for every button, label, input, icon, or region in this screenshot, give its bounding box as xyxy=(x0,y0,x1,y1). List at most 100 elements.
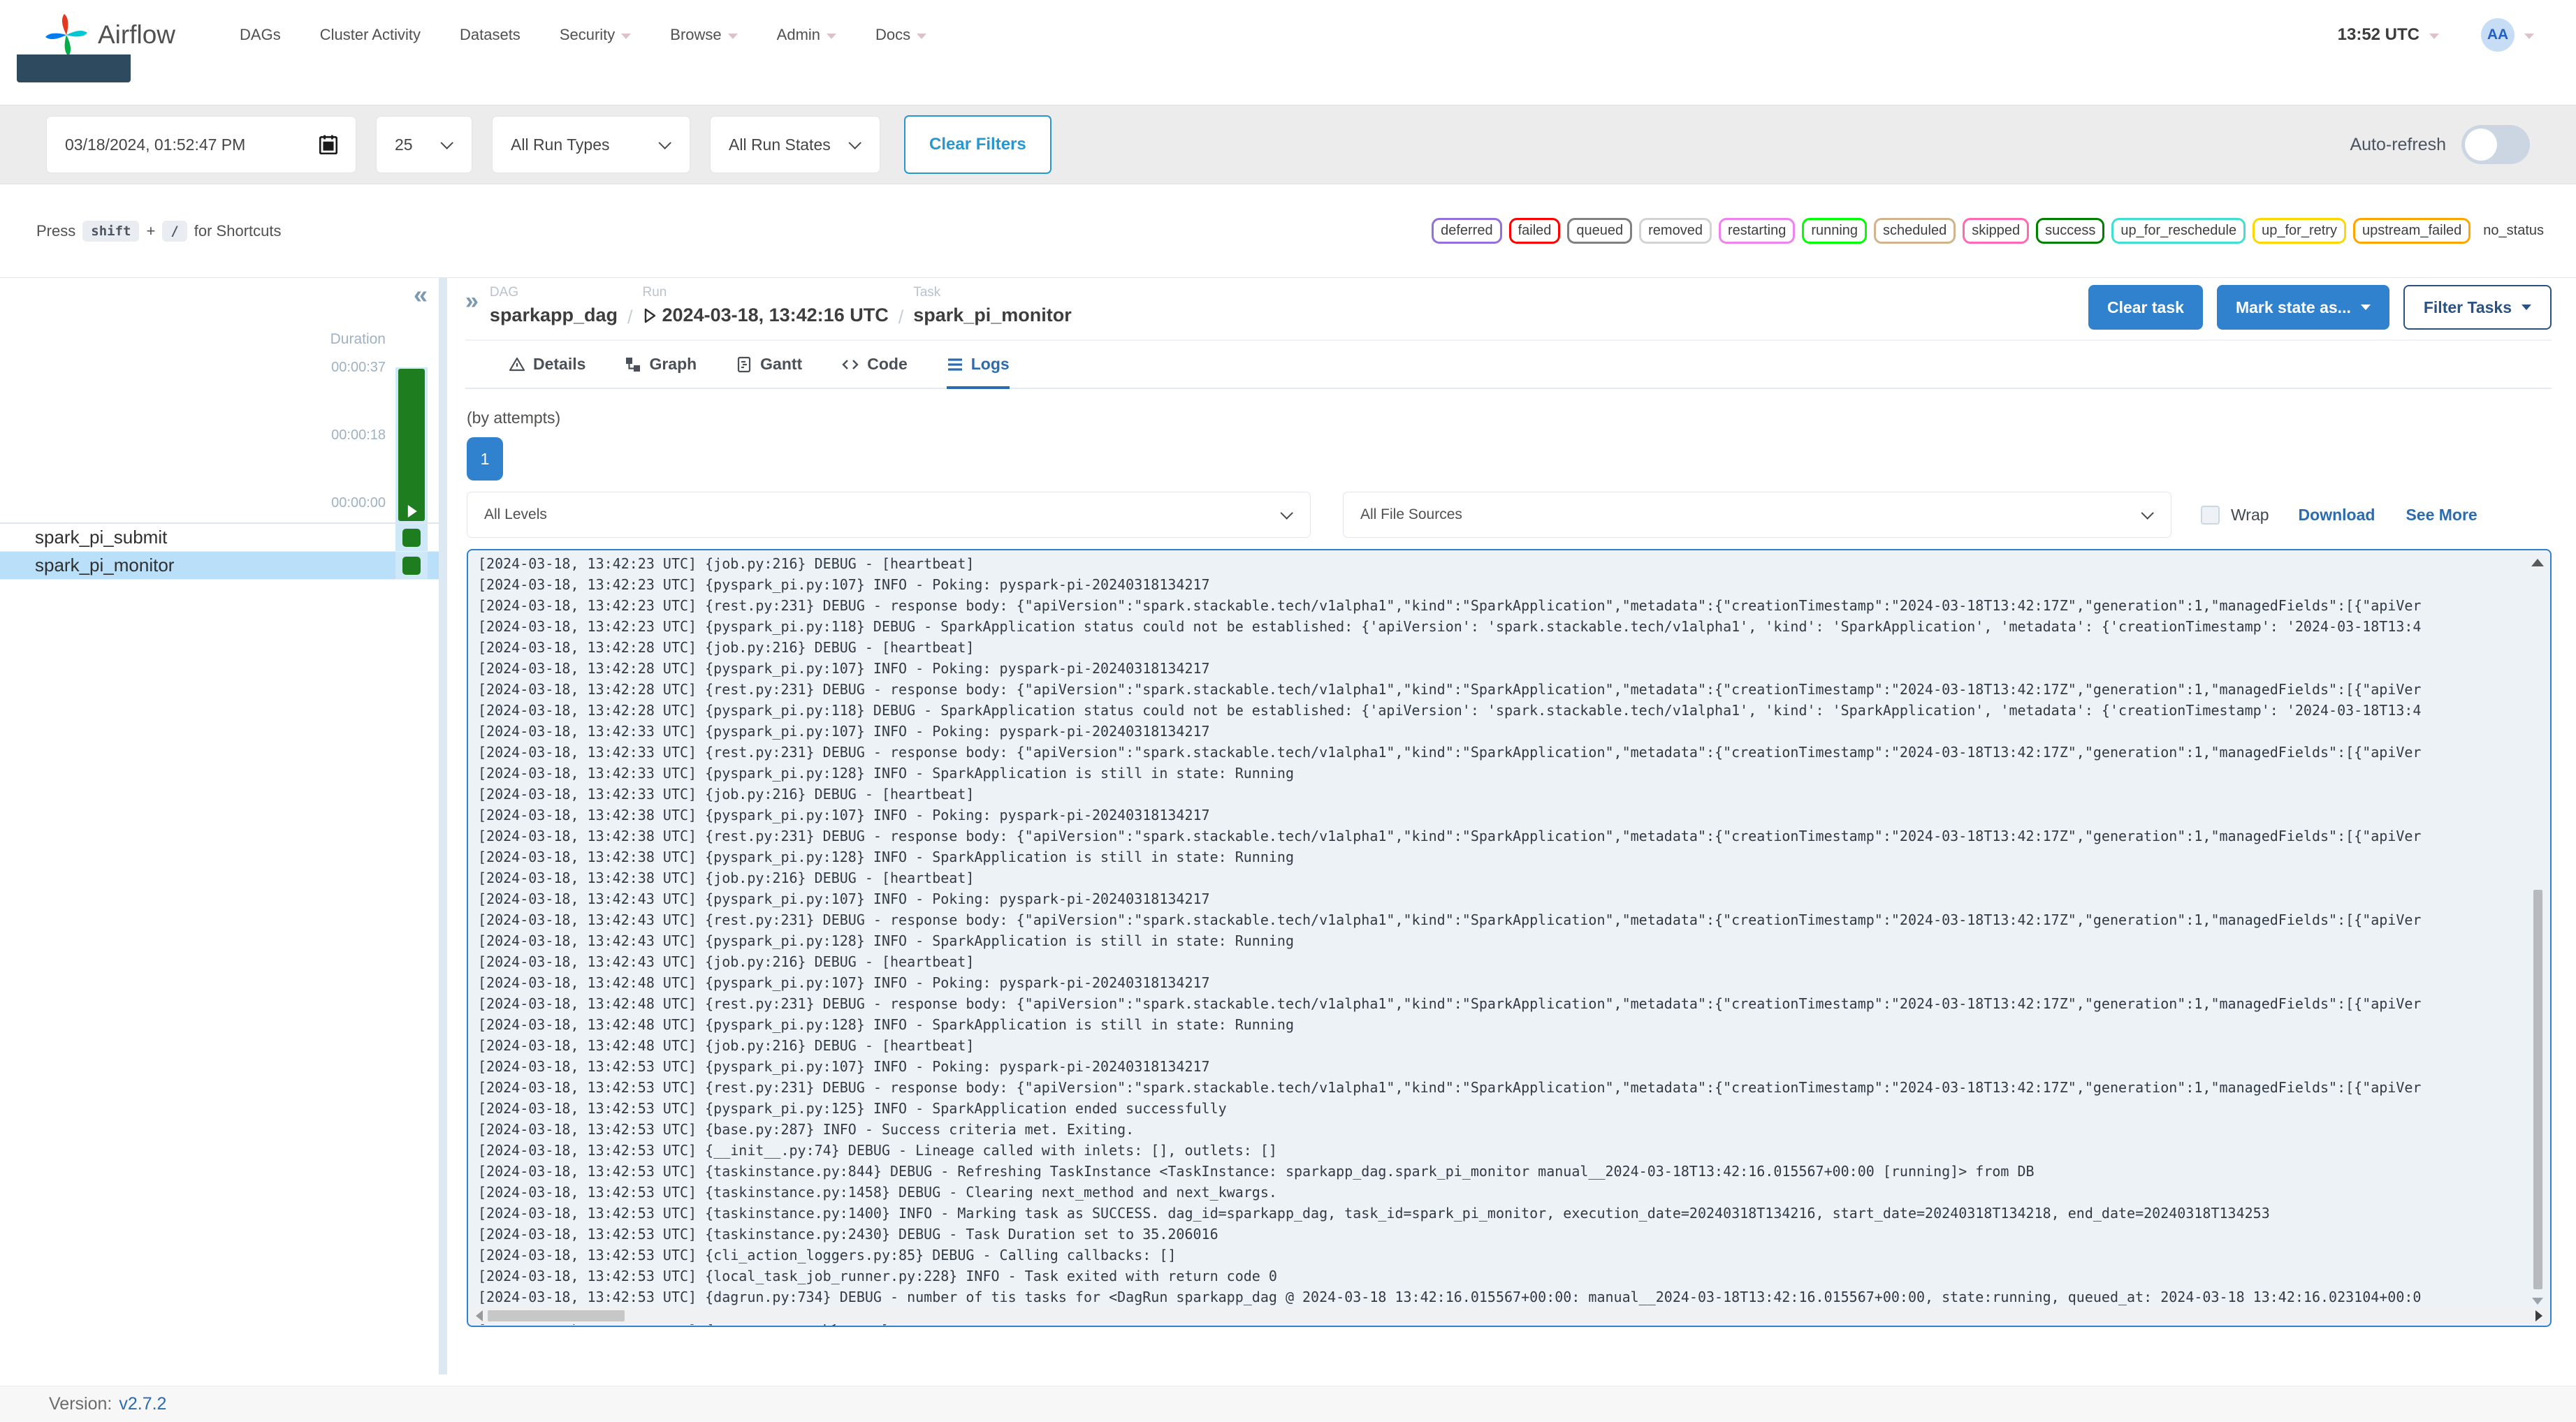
scroll-right-arrow-icon[interactable] xyxy=(2535,1310,2542,1321)
tab-bar: Details Graph Gantt Code Logs xyxy=(465,341,2552,389)
see-more-link[interactable]: See More xyxy=(2406,506,2477,525)
calendar-icon xyxy=(319,135,337,154)
file-source-select[interactable]: All File Sources xyxy=(1343,492,2171,538)
tab-logs[interactable]: Logs xyxy=(946,355,1010,389)
state-legend-badge[interactable]: skipped xyxy=(1963,218,2030,244)
log-line: [2024-03-18, 13:42:43 UTC] {pyspark_pi.p… xyxy=(478,932,1294,949)
filter-tasks-button[interactable]: Filter Tasks xyxy=(2403,285,2552,330)
nav-item-security[interactable]: Security xyxy=(560,26,632,44)
log-line: [2024-03-18, 13:42:28 UTC] {pyspark_pi.p… xyxy=(478,702,2422,719)
log-line: [2024-03-18, 13:42:48 UTC] {rest.py:231}… xyxy=(478,995,2422,1012)
horizontal-scrollbar-thumb[interactable] xyxy=(488,1310,625,1321)
scroll-down-arrow-icon[interactable] xyxy=(2532,1298,2543,1305)
gantt-icon xyxy=(738,356,751,372)
user-menu[interactable]: AA xyxy=(2481,18,2534,52)
nav-item-dags[interactable]: DAGs xyxy=(240,26,281,44)
nav-item-datasets[interactable]: Datasets xyxy=(460,26,521,44)
run-states-select[interactable]: All Run States xyxy=(710,116,880,173)
wrap-checkbox[interactable] xyxy=(2201,505,2220,525)
nav-item-admin[interactable]: Admin xyxy=(777,26,837,44)
tab-details[interactable]: Details xyxy=(509,355,585,389)
log-line: [2024-03-18, 13:42:48 UTC] {pyspark_pi.p… xyxy=(478,1016,1294,1033)
mark-state-as-button[interactable]: Mark state as... xyxy=(2216,285,2389,330)
clear-filters-button[interactable]: Clear Filters xyxy=(904,115,1051,174)
airflow-logo-icon xyxy=(45,14,87,56)
task-state-success-square[interactable] xyxy=(402,528,421,547)
state-legend-no-status[interactable]: no_status xyxy=(2483,223,2544,239)
run-duration-bar[interactable] xyxy=(398,369,425,521)
chevron-down-icon xyxy=(727,34,738,39)
graph-icon xyxy=(626,357,641,372)
log-line: [2024-03-18, 13:42:23 UTC] {job.py:216} … xyxy=(478,555,975,572)
wrap-label[interactable]: Wrap xyxy=(2231,506,2269,525)
tab-graph[interactable]: Graph xyxy=(625,355,697,389)
task-state-success-square[interactable] xyxy=(402,556,421,575)
chevron-down-icon xyxy=(621,34,632,39)
vertical-scrollbar-thumb[interactable] xyxy=(2533,890,2542,1289)
cutoff-grid-button[interactable] xyxy=(17,54,131,82)
chevron-down-icon xyxy=(827,34,837,39)
log-output-box[interactable]: [2024-03-18, 13:42:23 UTC] {job.py:216} … xyxy=(467,549,2552,1327)
timezone-selector[interactable]: 13:52 UTC xyxy=(2338,25,2439,45)
airflow-brand[interactable]: Airflow xyxy=(45,13,175,57)
horizontal-scrollbar[interactable] xyxy=(470,1307,2549,1324)
selected-run-column[interactable] xyxy=(395,367,428,522)
state-legend-badge[interactable]: scheduled xyxy=(1874,218,1956,244)
duration-axis-label: Duration xyxy=(330,331,386,347)
state-legend-badge[interactable]: queued xyxy=(1567,218,1633,244)
breadcrumb-run-label: Run xyxy=(642,285,667,300)
log-line: [2024-03-18, 13:42:48 UTC] {job.py:216} … xyxy=(478,1037,975,1054)
log-line: [2024-03-18, 13:42:53 UTC] {local_task_j… xyxy=(478,1268,1277,1284)
state-legend-badge[interactable]: deferred xyxy=(1432,218,1502,244)
chevron-down-icon xyxy=(2360,305,2371,310)
version-label: Version: xyxy=(49,1394,112,1414)
clear-task-button[interactable]: Clear task xyxy=(2088,285,2203,330)
scroll-left-arrow-icon[interactable] xyxy=(476,1310,483,1321)
log-line: [2024-03-18, 13:42:28 UTC] {pyspark_pi.p… xyxy=(478,660,1210,677)
vertical-scrollbar[interactable] xyxy=(2526,552,2549,1307)
shortcuts-hint: Press shift + / for Shortcuts xyxy=(36,220,281,242)
scroll-up-arrow-icon[interactable] xyxy=(2531,559,2544,566)
avatar[interactable]: AA xyxy=(2481,18,2515,52)
panel-divider[interactable] xyxy=(439,278,447,1375)
log-line: [2024-03-18, 13:42:28 UTC] {job.py:216} … xyxy=(478,639,975,656)
breadcrumb-task-value[interactable]: spark_pi_monitor xyxy=(913,305,1072,326)
nav-item-cluster-activity[interactable]: Cluster Activity xyxy=(320,26,421,44)
task-row-spark-pi-monitor[interactable]: spark_pi_monitor xyxy=(0,552,439,580)
state-legend-badge[interactable]: failed xyxy=(1508,218,1561,244)
log-line: [2024-03-18, 13:42:23 UTC] {pyspark_pi.p… xyxy=(478,576,1210,593)
version-link[interactable]: v2.7.2 xyxy=(119,1394,166,1414)
log-line: [2024-03-18, 13:42:33 UTC] {pyspark_pi.p… xyxy=(478,723,1210,740)
log-line: [2024-03-18, 13:42:28 UTC] {rest.py:231}… xyxy=(478,681,2422,698)
base-date-input[interactable]: 03/18/2024, 01:52:47 PM xyxy=(46,116,356,173)
tab-code[interactable]: Code xyxy=(841,355,908,389)
chevron-down-icon xyxy=(2522,305,2531,310)
state-legend-badge[interactable]: up_for_reschedule xyxy=(2111,218,2246,244)
state-legend-badge[interactable]: restarting xyxy=(1718,218,1796,244)
state-legend-badge[interactable]: success xyxy=(2036,218,2105,244)
nav-item-docs[interactable]: Docs xyxy=(875,26,927,44)
duration-tick: 00:00:18 xyxy=(331,427,386,443)
collapse-sidebar-icon[interactable]: « xyxy=(414,282,428,307)
page-size-select[interactable]: 25 xyxy=(376,116,472,173)
warning-triangle-icon xyxy=(509,357,525,371)
tab-gantt[interactable]: Gantt xyxy=(736,355,802,389)
log-line: [2024-03-18, 13:42:43 UTC] {job.py:216} … xyxy=(478,953,975,970)
breadcrumb-dag-value[interactable]: sparkapp_dag xyxy=(490,305,618,326)
log-level-select[interactable]: All Levels xyxy=(467,492,1311,538)
download-link[interactable]: Download xyxy=(2299,506,2375,525)
breadcrumb-run-value[interactable]: 2024-03-18, 13:42:16 UTC xyxy=(643,305,889,326)
state-legend-badge[interactable]: up_for_retry xyxy=(2253,218,2346,244)
auto-refresh-toggle[interactable] xyxy=(2461,125,2530,164)
state-legend-badge[interactable]: upstream_failed xyxy=(2352,218,2471,244)
nav-item-browse[interactable]: Browse xyxy=(670,26,738,44)
state-legend-badge[interactable]: removed xyxy=(1639,218,1712,244)
manual-run-play-icon xyxy=(407,505,417,518)
run-types-select[interactable]: All Run Types xyxy=(492,116,690,173)
breadcrumb: » DAG sparkapp_dag / Run 2024-03-18, 13:… xyxy=(465,285,2552,330)
task-row-spark-pi-submit[interactable]: spark_pi_submit xyxy=(0,524,439,552)
attempt-1-button[interactable]: 1 xyxy=(467,437,503,481)
state-legend-badge[interactable]: running xyxy=(1802,218,1868,244)
expand-panel-icon[interactable]: » xyxy=(465,289,479,313)
breadcrumb-dag-label: DAG xyxy=(489,285,519,300)
